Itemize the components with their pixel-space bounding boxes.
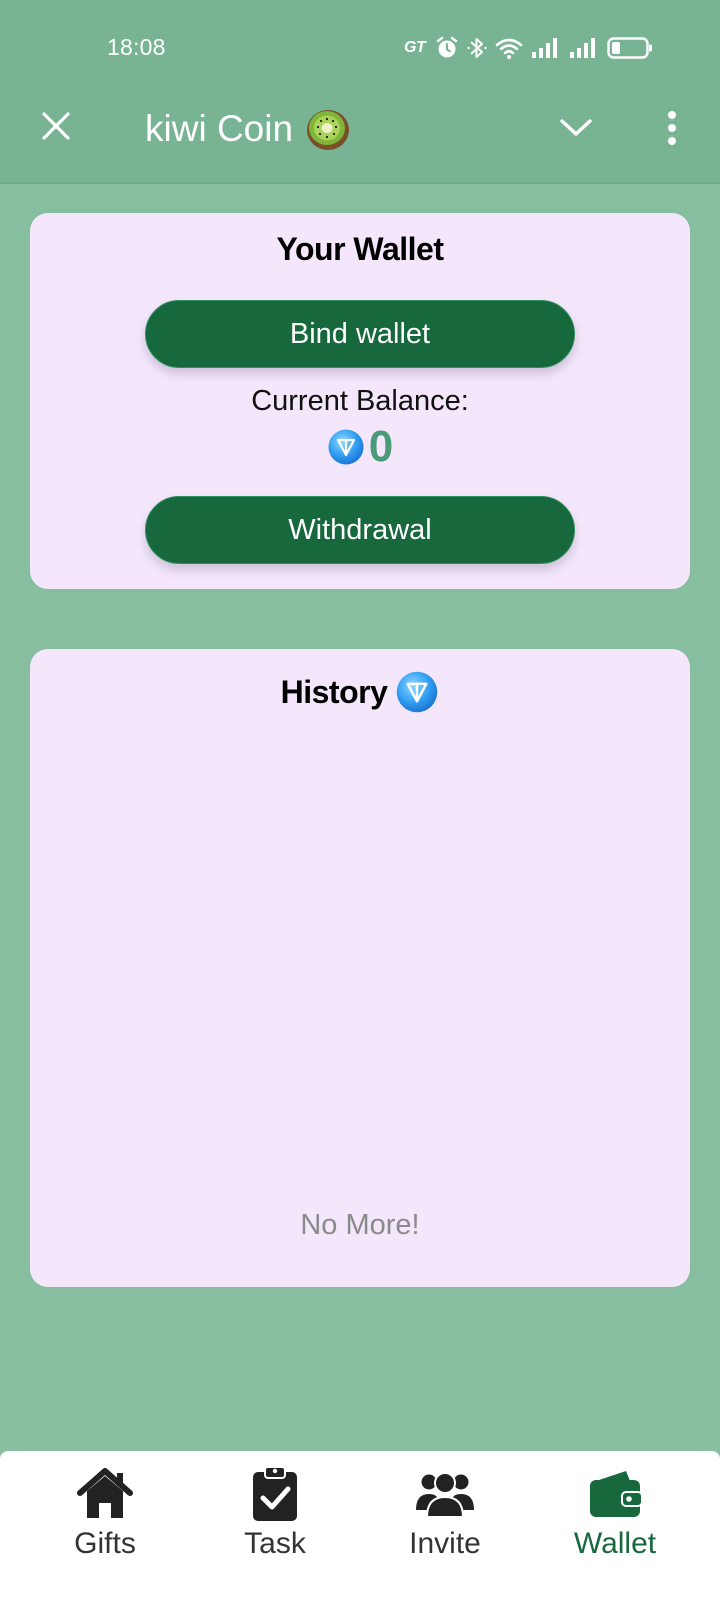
kiwi-fruit-icon	[307, 110, 350, 150]
clipboard-check-icon	[253, 1466, 297, 1521]
bind-wallet-button[interactable]: Bind wallet	[145, 300, 575, 368]
bluetooth-icon	[467, 38, 487, 58]
nav-item-task[interactable]: Task	[195, 1451, 355, 1600]
balance-label: Current Balance:	[251, 385, 469, 417]
nav-label-invite: Invite	[409, 1527, 481, 1560]
bottom-nav: Gifts Task Invite Wallet	[0, 1451, 720, 1600]
ton-coin-icon	[328, 429, 364, 465]
signal-icon	[570, 38, 596, 58]
withdrawal-button[interactable]: Withdrawal	[145, 496, 575, 564]
nav-label-task: Task	[244, 1527, 306, 1560]
more-menu-button[interactable]	[648, 100, 696, 156]
collapse-button[interactable]	[550, 104, 602, 152]
wallet-title: Your Wallet	[276, 231, 444, 267]
app-title-text: kiwi Coin	[145, 108, 294, 149]
app-title: kiwi Coin	[145, 104, 351, 154]
balance-row: 0	[30, 421, 690, 473]
history-card: History No More!	[30, 649, 690, 1287]
wallet-icon	[590, 1471, 642, 1517]
history-header: History	[30, 670, 690, 714]
users-icon	[416, 1472, 474, 1518]
more-vertical-icon	[668, 111, 676, 145]
nav-item-invite[interactable]: Invite	[365, 1451, 525, 1600]
battery-icon	[607, 37, 653, 59]
close-button[interactable]	[30, 100, 82, 152]
signal-icon	[532, 38, 558, 58]
ton-coin-icon	[397, 671, 438, 713]
nav-label-wallet: Wallet	[573, 1527, 657, 1560]
balance-value: 0	[368, 422, 394, 471]
history-title: History	[280, 673, 388, 710]
home-icon	[77, 1468, 133, 1518]
alarm-icon	[437, 36, 458, 58]
chevron-down-icon	[560, 119, 592, 136]
status-icons: GT	[404, 30, 653, 66]
status-bar: 18:08 GT	[0, 0, 720, 90]
nav-item-wallet[interactable]: Wallet	[535, 1451, 695, 1600]
status-time: 18:08	[107, 34, 166, 60]
nav-item-gifts[interactable]: Gifts	[25, 1451, 185, 1600]
top-bar: 18:08 GT kiwi Coin	[0, 0, 720, 184]
close-icon	[42, 112, 70, 140]
app-header: kiwi Coin	[0, 90, 720, 184]
wallet-card: Your Wallet Bind wallet Current Balance:…	[30, 213, 690, 589]
wifi-icon	[495, 38, 523, 59]
carrier-badge: GT	[404, 39, 426, 56]
nav-label-gifts: Gifts	[74, 1527, 136, 1560]
history-empty-text: No More!	[300, 1209, 420, 1241]
